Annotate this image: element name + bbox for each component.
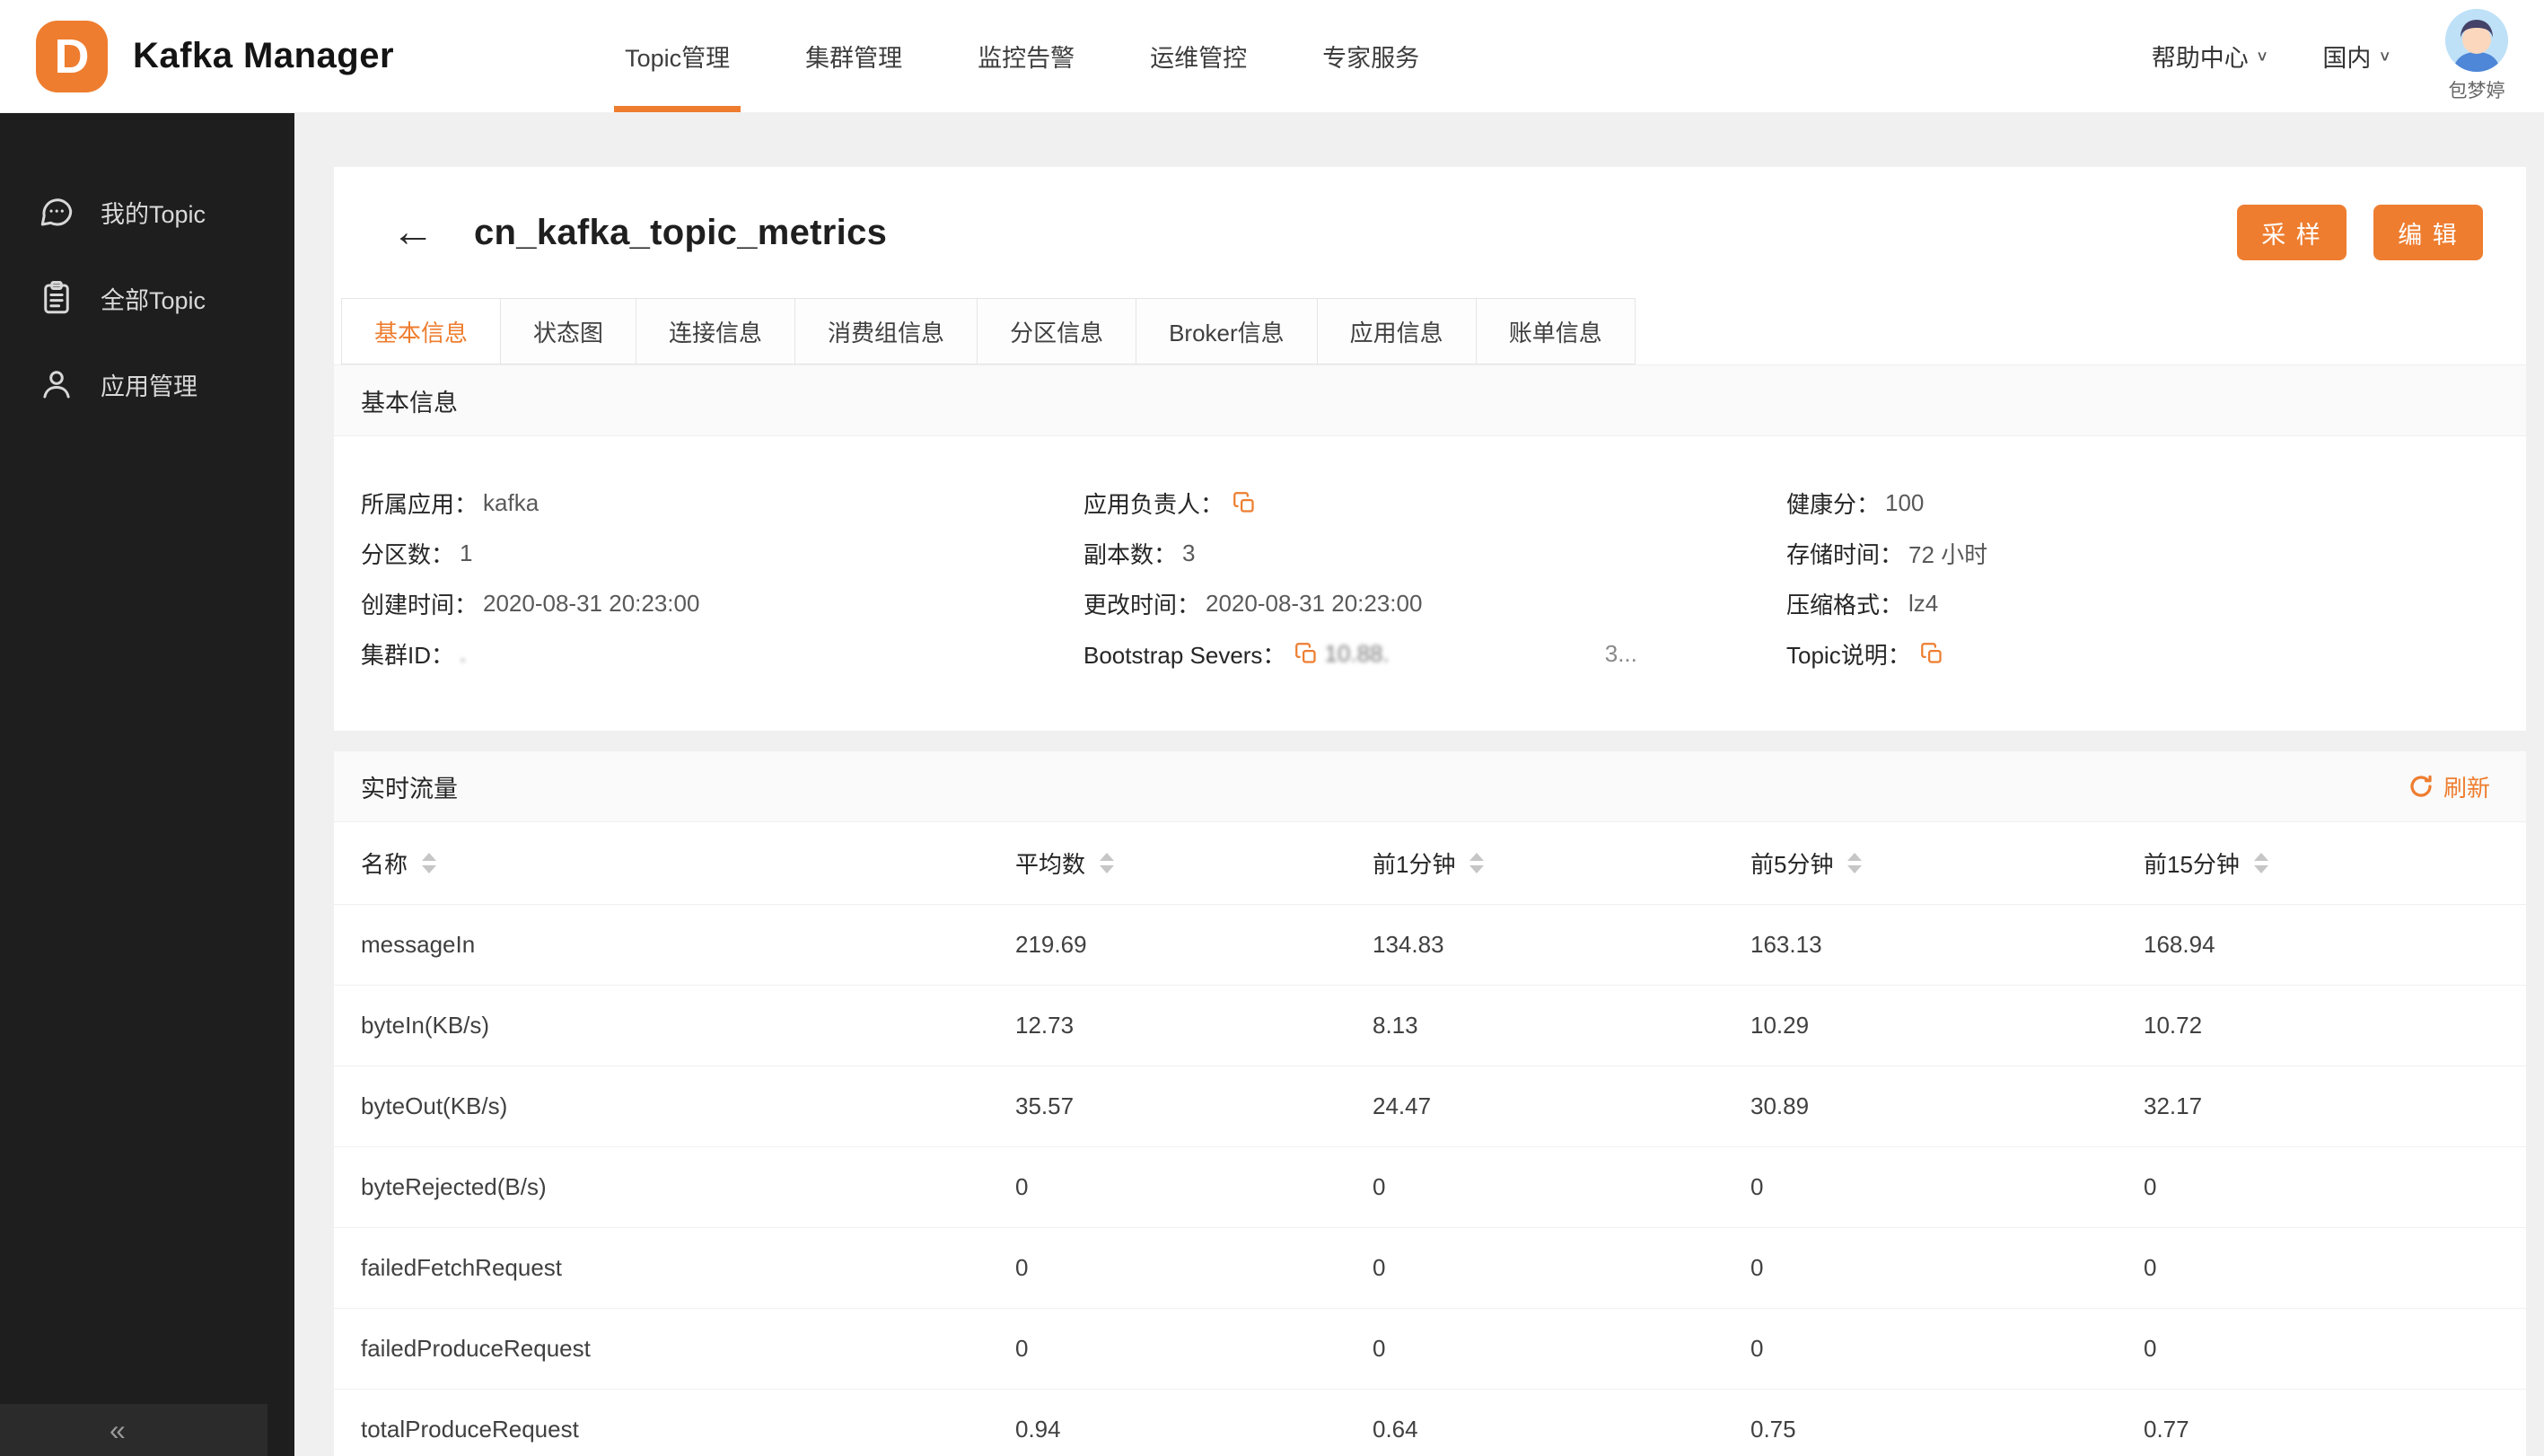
sidebar-item-label: 应用管理 (101, 373, 197, 400)
sidebar-item-label: 全部Topic (101, 286, 206, 314)
table-header: 名称 平均数 前1分钟 前5分钟 前15分钟 (334, 822, 2526, 905)
edit-button[interactable]: 编 辑 (2373, 205, 2483, 260)
section-title: 实时流量 (361, 775, 458, 803)
app-logo-icon: D (36, 20, 108, 92)
user-name: 包梦婷 (2448, 81, 2505, 101)
chat-bubble-icon (40, 198, 73, 226)
table-row: totalProduceRequest 0.94 0.64 0.75 0.77 (334, 1390, 2526, 1456)
tab-status-chart[interactable]: 状态图 (500, 298, 637, 364)
basic-info-fields: 所属应用： kafka 应用负责人： 健康分： 100 分区数： 1 副本数： … (334, 436, 2526, 731)
basic-info-section-header: 基本信息 (334, 364, 2526, 436)
col-last-5min: 前5分钟 (1750, 846, 2144, 880)
refresh-icon (2410, 775, 2432, 797)
table-row: failedFetchRequest 0 0 0 0 (334, 1228, 2526, 1309)
field-partitions: 分区数： 1 (361, 539, 473, 568)
table-row: messageIn 219.69 134.83 163.13 168.94 (334, 905, 2526, 986)
field-topic-description: Topic说明： (1786, 628, 2526, 679)
field-compression: 压缩格式： lz4 (1786, 589, 1939, 618)
realtime-section-header: 实时流量 刷新 (334, 750, 2526, 822)
user-icon (43, 371, 70, 399)
field-cluster-id: 集群ID： . (361, 639, 467, 669)
tab-broker-info[interactable]: Broker信息 (1136, 298, 1318, 364)
main-content: ← cn_kafka_topic_metrics 采 样 编 辑 基本信息 状态… (294, 113, 2544, 1456)
nav-cluster-management[interactable]: 集群管理 (768, 0, 940, 112)
section-title: 基本信息 (361, 389, 458, 417)
sidebar-item-all-topic[interactable]: 全部Topic (0, 255, 294, 341)
field-retention: 存储时间： 72 小时 (1786, 540, 1988, 568)
col-name: 名称 (361, 846, 1015, 880)
col-average: 平均数 (1015, 846, 1373, 880)
tab-app-info[interactable]: 应用信息 (1316, 298, 1477, 364)
collapse-icon: « (110, 1413, 126, 1446)
main-nav: Topic管理 集群管理 监控告警 运维管控 专家服务 (587, 0, 1457, 112)
help-center-label: 帮助中心 (2151, 45, 2249, 72)
region-label: 国内 (2322, 45, 2372, 72)
table-row: byteRejected(B/s) 0 0 0 0 (334, 1147, 2526, 1228)
copy-icon[interactable] (1294, 642, 1319, 666)
title-row: ← cn_kafka_topic_metrics 采 样 编 辑 (334, 167, 2526, 298)
copy-icon[interactable] (1233, 491, 1257, 515)
nav-topic-management[interactable]: Topic管理 (587, 0, 768, 112)
help-center-menu[interactable]: 帮助中心 ∨ (2152, 39, 2269, 74)
sample-button[interactable]: 采 样 (2237, 205, 2347, 260)
clipboard-icon (44, 281, 69, 314)
col-last-1min: 前1分钟 (1373, 846, 1750, 880)
field-bootstrap-servers: Bootstrap Severs： 10.88. 3... (1083, 639, 1637, 669)
table-row: byteOut(KB/s) 35.57 24.47 30.89 32.17 (334, 1066, 2526, 1147)
sort-icon[interactable] (1100, 853, 1115, 873)
tab-basic-info[interactable]: 基本信息 (341, 298, 502, 364)
sort-icon[interactable] (1469, 853, 1485, 873)
nav-monitor-alerts[interactable]: 监控告警 (940, 0, 1112, 112)
sort-icon[interactable] (1847, 853, 1863, 873)
field-owner: 应用负责人： (1083, 478, 1786, 528)
field-created-time: 创建时间： 2020-08-31 20:23:00 (361, 589, 700, 618)
field-modified-time: 更改时间： 2020-08-31 20:23:00 (1083, 589, 1423, 618)
nav-ops-control[interactable]: 运维管控 (1112, 0, 1285, 112)
tab-bill-info[interactable]: 账单信息 (1475, 298, 1636, 364)
app-title: Kafka Manager (133, 36, 395, 75)
refresh-label: 刷新 (2443, 774, 2490, 802)
tab-consumer-group-info[interactable]: 消费组信息 (794, 298, 978, 364)
realtime-traffic-card: 实时流量 刷新 名称 平均数 前1分钟 前5分钟 前15分钟 messageIn… (334, 750, 2526, 1456)
detail-tabs: 基本信息 状态图 连接信息 消费组信息 分区信息 Broker信息 应用信息 账… (334, 298, 2526, 364)
topic-detail-card: ← cn_kafka_topic_metrics 采 样 编 辑 基本信息 状态… (334, 167, 2526, 731)
nav-expert-service[interactable]: 专家服务 (1285, 0, 1457, 112)
field-app: 所属应用： kafka (361, 488, 540, 518)
title-actions: 采 样 编 辑 (2237, 205, 2483, 260)
table-row: byteIn(KB/s) 12.73 8.13 10.29 10.72 (334, 986, 2526, 1066)
back-button[interactable]: ← (391, 211, 434, 254)
sidebar-item-label: 我的Topic (101, 200, 206, 228)
sort-icon[interactable] (422, 853, 437, 873)
avatar[interactable] (2445, 9, 2508, 72)
sidebar-collapse-button[interactable]: « (0, 1404, 268, 1456)
sidebar-item-my-topic[interactable]: 我的Topic (0, 169, 294, 255)
table-row: failedProduceRequest 0 0 0 0 (334, 1309, 2526, 1390)
field-health-score: 健康分： 100 (1786, 488, 1925, 518)
chevron-down-icon: ∨ (2378, 48, 2391, 65)
sort-icon[interactable] (2253, 853, 2268, 873)
field-replicas: 副本数： 3 (1083, 539, 1196, 568)
tab-connection-info[interactable]: 连接信息 (636, 298, 796, 364)
copy-icon[interactable] (1920, 642, 1944, 666)
col-last-15min: 前15分钟 (2144, 846, 2526, 880)
user-menu[interactable]: 包梦婷 (2445, 9, 2508, 103)
top-bar: D Kafka Manager Topic管理 集群管理 监控告警 运维管控 专… (0, 0, 2544, 113)
tab-partition-info[interactable]: 分区信息 (977, 298, 1137, 364)
region-selector[interactable]: 国内 ∨ (2322, 39, 2391, 74)
chevron-down-icon: ∨ (2255, 48, 2269, 65)
sidebar: 我的Topic 全部Topic 应用管理 « (0, 113, 294, 1456)
topbar-right: 帮助中心 ∨ 国内 ∨ 包梦婷 (2152, 9, 2508, 103)
refresh-button[interactable]: 刷新 (2408, 770, 2490, 803)
page-title: cn_kafka_topic_metrics (474, 212, 888, 252)
sidebar-item-app-management[interactable]: 应用管理 (0, 341, 294, 427)
